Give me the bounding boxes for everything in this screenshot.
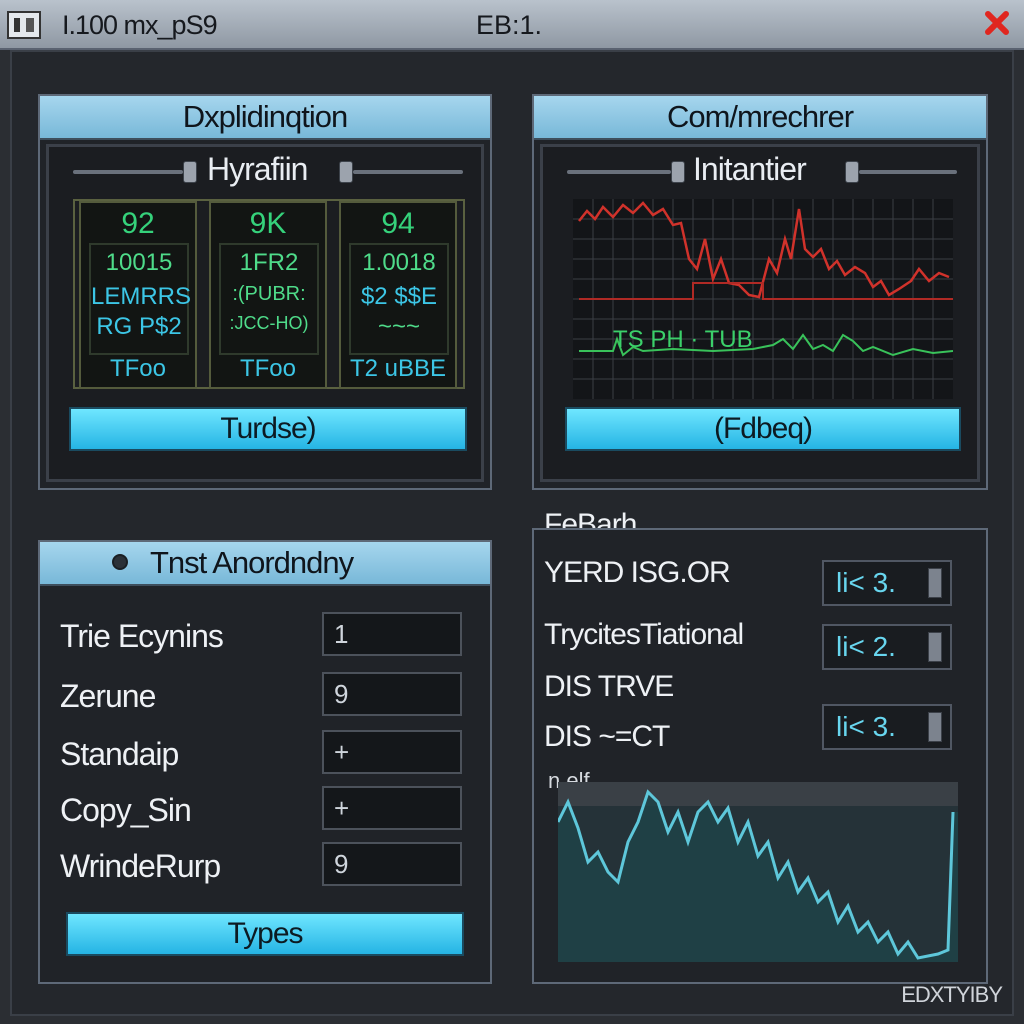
window-status-text: EB:1. xyxy=(476,10,543,40)
metric-cell-2-line-2: :(PUBR: xyxy=(232,283,306,305)
panel-metrics-title: Dxplidinqtion xyxy=(40,96,490,140)
metric-cell-1[interactable]: 92 10015 LEMRRS RG P$2 TFoo xyxy=(79,201,197,389)
feedback-value: li< 3. xyxy=(836,567,896,598)
feedback-label: DIS TRVE xyxy=(544,670,674,703)
metric-cell-1-footer: TFoo xyxy=(109,355,166,382)
metrics-slider-label: Hyrafiin xyxy=(207,151,308,187)
feedback-field[interactable]: li< 3. xyxy=(822,704,952,750)
metrics-inner: Hyrafiin 92 10015 LEMRRS RG P$2 TFoo 9K xyxy=(46,144,484,482)
monitor-slider[interactable]: Initantier xyxy=(567,151,957,187)
panel-settings-header: Tnst Anordndny xyxy=(40,542,490,586)
setting-row: Zerune 9 xyxy=(60,672,480,720)
panel-feedback: YERD ISG.OR li< 3. TrycitesTiational li<… xyxy=(532,528,988,984)
main-window: Dxplidinqtion Hyrafiin 92 10015 LEMRRS R… xyxy=(10,50,1014,1016)
metric-cell-2-value: 9K xyxy=(249,207,287,240)
setting-row: Trie Ecynins 1 xyxy=(60,612,480,660)
metric-cell-1-line-1: 10015 xyxy=(105,249,173,276)
setting-label: Copy_Sin xyxy=(60,792,192,828)
window-menu-icon[interactable] xyxy=(6,10,42,40)
setting-row: Copy_Sin + xyxy=(60,786,480,834)
close-icon[interactable] xyxy=(980,6,1014,40)
metric-cell-2-footer: TFoo xyxy=(239,355,296,382)
setting-input[interactable]: 9 xyxy=(322,672,462,716)
panel-monitor-title: Com/mrechrer xyxy=(534,96,986,140)
feedback-label: YERD ISG.OR xyxy=(544,556,731,589)
field-scroll-handle[interactable] xyxy=(928,568,942,598)
metric-cell-1-line-3: RG P$2 xyxy=(96,313,182,340)
corner-label: EDXTYIBY xyxy=(901,982,1003,1007)
setting-input[interactable]: + xyxy=(322,730,462,774)
monitor-inner: Initantier TS PH · TUB (Fdbeq) xyxy=(540,144,980,482)
feedback-field[interactable]: li< 2. xyxy=(822,624,952,670)
feedback-value: li< 2. xyxy=(836,631,896,662)
panel-settings-title: Tnst Anordndny xyxy=(150,545,354,580)
title-bar: I.100 mx_pS9 EB:1. xyxy=(0,0,1024,50)
chart-annotation: TS PH · TUB xyxy=(613,326,753,353)
metric-cell-3-value: 94 xyxy=(381,207,415,240)
metric-cell-1-line-2: LEMRRS xyxy=(91,283,192,310)
feedback-field[interactable]: li< 3. xyxy=(822,560,952,606)
slider-left-handle[interactable] xyxy=(183,161,197,183)
metric-cell-2[interactable]: 9K 1FR2 :(PUBR: :JCC-HO) TFoo xyxy=(209,201,327,389)
setting-input[interactable]: 9 xyxy=(322,842,462,886)
panel-metrics: Dxplidinqtion Hyrafiin 92 10015 LEMRRS R… xyxy=(38,94,492,490)
slider-right-handle[interactable] xyxy=(339,161,353,183)
feedback-value: li< 3. xyxy=(836,711,896,742)
metrics-slider[interactable]: Hyrafiin xyxy=(73,151,463,187)
setting-row: Standaip + xyxy=(60,730,480,778)
metric-cell-3-line-2: $2 $$E xyxy=(360,283,438,310)
metric-cells: 92 10015 LEMRRS RG P$2 TFoo 9K 1FR2 :(PU… xyxy=(73,199,465,389)
setting-row: WrindeRurp 9 xyxy=(60,842,480,890)
field-scroll-handle[interactable] xyxy=(928,712,942,742)
metric-cell-3[interactable]: 94 1.0018 $2 $$E ~~~ T2 uBBE xyxy=(339,201,457,389)
signal-chart: TS PH · TUB xyxy=(573,199,953,399)
monitor-slider-label: Initantier xyxy=(693,151,807,187)
setting-input[interactable]: + xyxy=(322,786,462,830)
setting-input[interactable]: 1 xyxy=(322,612,462,656)
setting-label: Trie Ecynins xyxy=(60,618,224,654)
metric-cell-3-line-1: 1.0018 xyxy=(362,249,436,276)
setting-label: WrindeRurp xyxy=(60,848,221,884)
metric-cell-1-value: 92 xyxy=(121,207,155,240)
metric-cell-2-line-1: 1FR2 xyxy=(239,249,299,276)
panel-settings: Tnst Anordndny Trie Ecynins 1 Zerune 9 S… xyxy=(38,540,492,984)
turdse-button[interactable]: Turdse) xyxy=(69,407,467,451)
settings-radio-icon[interactable] xyxy=(112,554,128,570)
waveform-graph xyxy=(558,782,958,962)
feedback-label: TrycitesTiational xyxy=(544,618,744,651)
metric-cell-3-line-3: ~~~ xyxy=(377,313,421,340)
window-title: I.100 mx_pS9 xyxy=(62,10,218,40)
setting-label: Standaip xyxy=(60,736,179,772)
types-button[interactable]: Types xyxy=(66,912,464,956)
metric-cell-2-line-3: :JCC-HO) xyxy=(229,313,309,333)
panel-monitor: Com/mrechrer Initantier TS PH · TUB (Fdb… xyxy=(532,94,988,490)
slider-left-handle[interactable] xyxy=(671,161,685,183)
fdbeq-button[interactable]: (Fdbeq) xyxy=(565,407,961,451)
field-scroll-handle[interactable] xyxy=(928,632,942,662)
feedback-label: DIS ~=CT xyxy=(544,720,670,753)
slider-right-handle[interactable] xyxy=(845,161,859,183)
metric-cell-3-footer: T2 uBBE xyxy=(349,355,447,382)
setting-label: Zerune xyxy=(60,678,156,714)
